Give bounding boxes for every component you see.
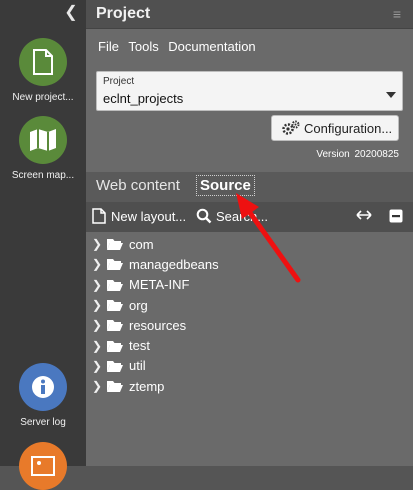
panel-title: Project xyxy=(96,5,151,22)
version-label: Version xyxy=(316,149,350,160)
search-icon xyxy=(196,208,212,224)
source-tree: ❯ com ❯ managedbeans ❯ META-INF ❯ org ❯ resources… xyxy=(86,234,413,396)
new-layout-button[interactable]: New layout... xyxy=(92,208,186,224)
hamburger-menu-icon[interactable]: ≡ xyxy=(393,6,401,22)
folder-icon xyxy=(106,379,124,393)
tab-web-content[interactable]: Web content xyxy=(96,177,180,194)
menu-file[interactable]: File xyxy=(98,39,119,54)
tree-item-label: resources xyxy=(129,317,187,333)
tab-source[interactable]: Source xyxy=(196,175,255,196)
folder-icon xyxy=(106,318,124,332)
chevron-right-icon[interactable]: ❯ xyxy=(90,359,104,373)
tree-item[interactable]: ❯ test xyxy=(86,335,413,355)
tree-item-label: ztemp xyxy=(129,378,165,394)
version-value: 20200825 xyxy=(354,149,400,160)
menu-tools[interactable]: Tools xyxy=(128,39,158,54)
new-project-label: New project... xyxy=(12,92,74,103)
tree-item-label: com xyxy=(129,236,154,252)
folder-icon xyxy=(106,237,124,251)
new-layout-label: New layout... xyxy=(111,208,187,224)
new-file-icon xyxy=(92,208,106,224)
chevron-right-icon[interactable]: ❯ xyxy=(90,278,104,292)
search-button[interactable]: Search... xyxy=(196,208,268,224)
info-icon xyxy=(19,363,67,411)
project-select[interactable]: Project eclnt_projects xyxy=(96,71,403,111)
project-panel: Project ≡ File Tools Documentation Proje… xyxy=(86,0,413,466)
tree-item-label: test xyxy=(129,338,150,354)
tabs-bar: Web content Source xyxy=(86,172,413,202)
chevron-left-icon: ❮ xyxy=(64,4,78,21)
chevron-right-icon[interactable]: ❯ xyxy=(90,257,104,271)
folder-icon xyxy=(106,339,124,353)
version-info: Version 20200825 xyxy=(314,149,399,160)
expand-width-button[interactable] xyxy=(356,210,372,220)
chevron-right-icon[interactable]: ❯ xyxy=(90,379,104,393)
image-icon xyxy=(19,442,67,490)
search-label: Search... xyxy=(216,208,269,224)
left-sidebar: ❮ New project... Screen map... Server lo… xyxy=(0,0,86,490)
tree-item-label: org xyxy=(129,297,148,313)
folder-icon xyxy=(106,278,124,292)
chevron-right-icon[interactable]: ❯ xyxy=(90,339,104,353)
tree-item[interactable]: ❯ util xyxy=(86,356,413,376)
screen-map-button[interactable]: Screen map... xyxy=(0,116,86,181)
configuration-button-label: Configuration... xyxy=(304,120,393,136)
tree-item[interactable]: ❯ ztemp xyxy=(86,376,413,396)
document-icon xyxy=(19,38,67,86)
new-project-button[interactable]: New project... xyxy=(0,38,86,103)
project-select-value: eclnt_projects xyxy=(103,91,184,106)
tree-item-label: META-INF xyxy=(129,277,190,293)
gears-icon xyxy=(282,120,300,135)
server-log-label: Server log xyxy=(20,417,66,428)
folder-icon xyxy=(106,257,124,271)
screen-map-label: Screen map... xyxy=(11,170,75,181)
tree-item-label: util xyxy=(129,358,146,374)
horizontal-arrows-icon xyxy=(356,210,372,220)
dropdown-arrow-icon xyxy=(386,92,396,98)
chevron-right-icon[interactable]: ❯ xyxy=(90,298,104,312)
source-toolbar: New layout... Search... xyxy=(86,202,413,232)
server-log-button[interactable]: Server log xyxy=(0,363,86,428)
chevron-right-icon[interactable]: ❯ xyxy=(90,237,104,251)
map-icon xyxy=(19,116,67,164)
collapse-sidebar-button[interactable]: ❮ xyxy=(62,4,80,22)
folder-icon xyxy=(106,359,124,373)
image-tool-button[interactable] xyxy=(0,442,86,490)
panel-title-bar: Project ≡ xyxy=(86,0,413,29)
tree-item[interactable]: ❯ managedbeans xyxy=(86,254,413,274)
tree-item-label: managedbeans xyxy=(129,256,219,272)
collapse-all-button[interactable] xyxy=(389,209,403,223)
configuration-button[interactable]: Configuration... xyxy=(271,115,399,141)
folder-icon xyxy=(106,298,124,312)
minus-box-icon xyxy=(389,209,403,223)
chevron-right-icon[interactable]: ❯ xyxy=(90,318,104,332)
tree-item[interactable]: ❯ com xyxy=(86,234,413,254)
tree-item[interactable]: ❯ org xyxy=(86,295,413,315)
project-select-label: Project xyxy=(103,76,135,87)
tree-item[interactable]: ❯ META-INF xyxy=(86,275,413,295)
menu-bar: File Tools Documentation xyxy=(98,38,261,56)
menu-documentation[interactable]: Documentation xyxy=(168,39,255,54)
tree-item[interactable]: ❯ resources xyxy=(86,315,413,335)
